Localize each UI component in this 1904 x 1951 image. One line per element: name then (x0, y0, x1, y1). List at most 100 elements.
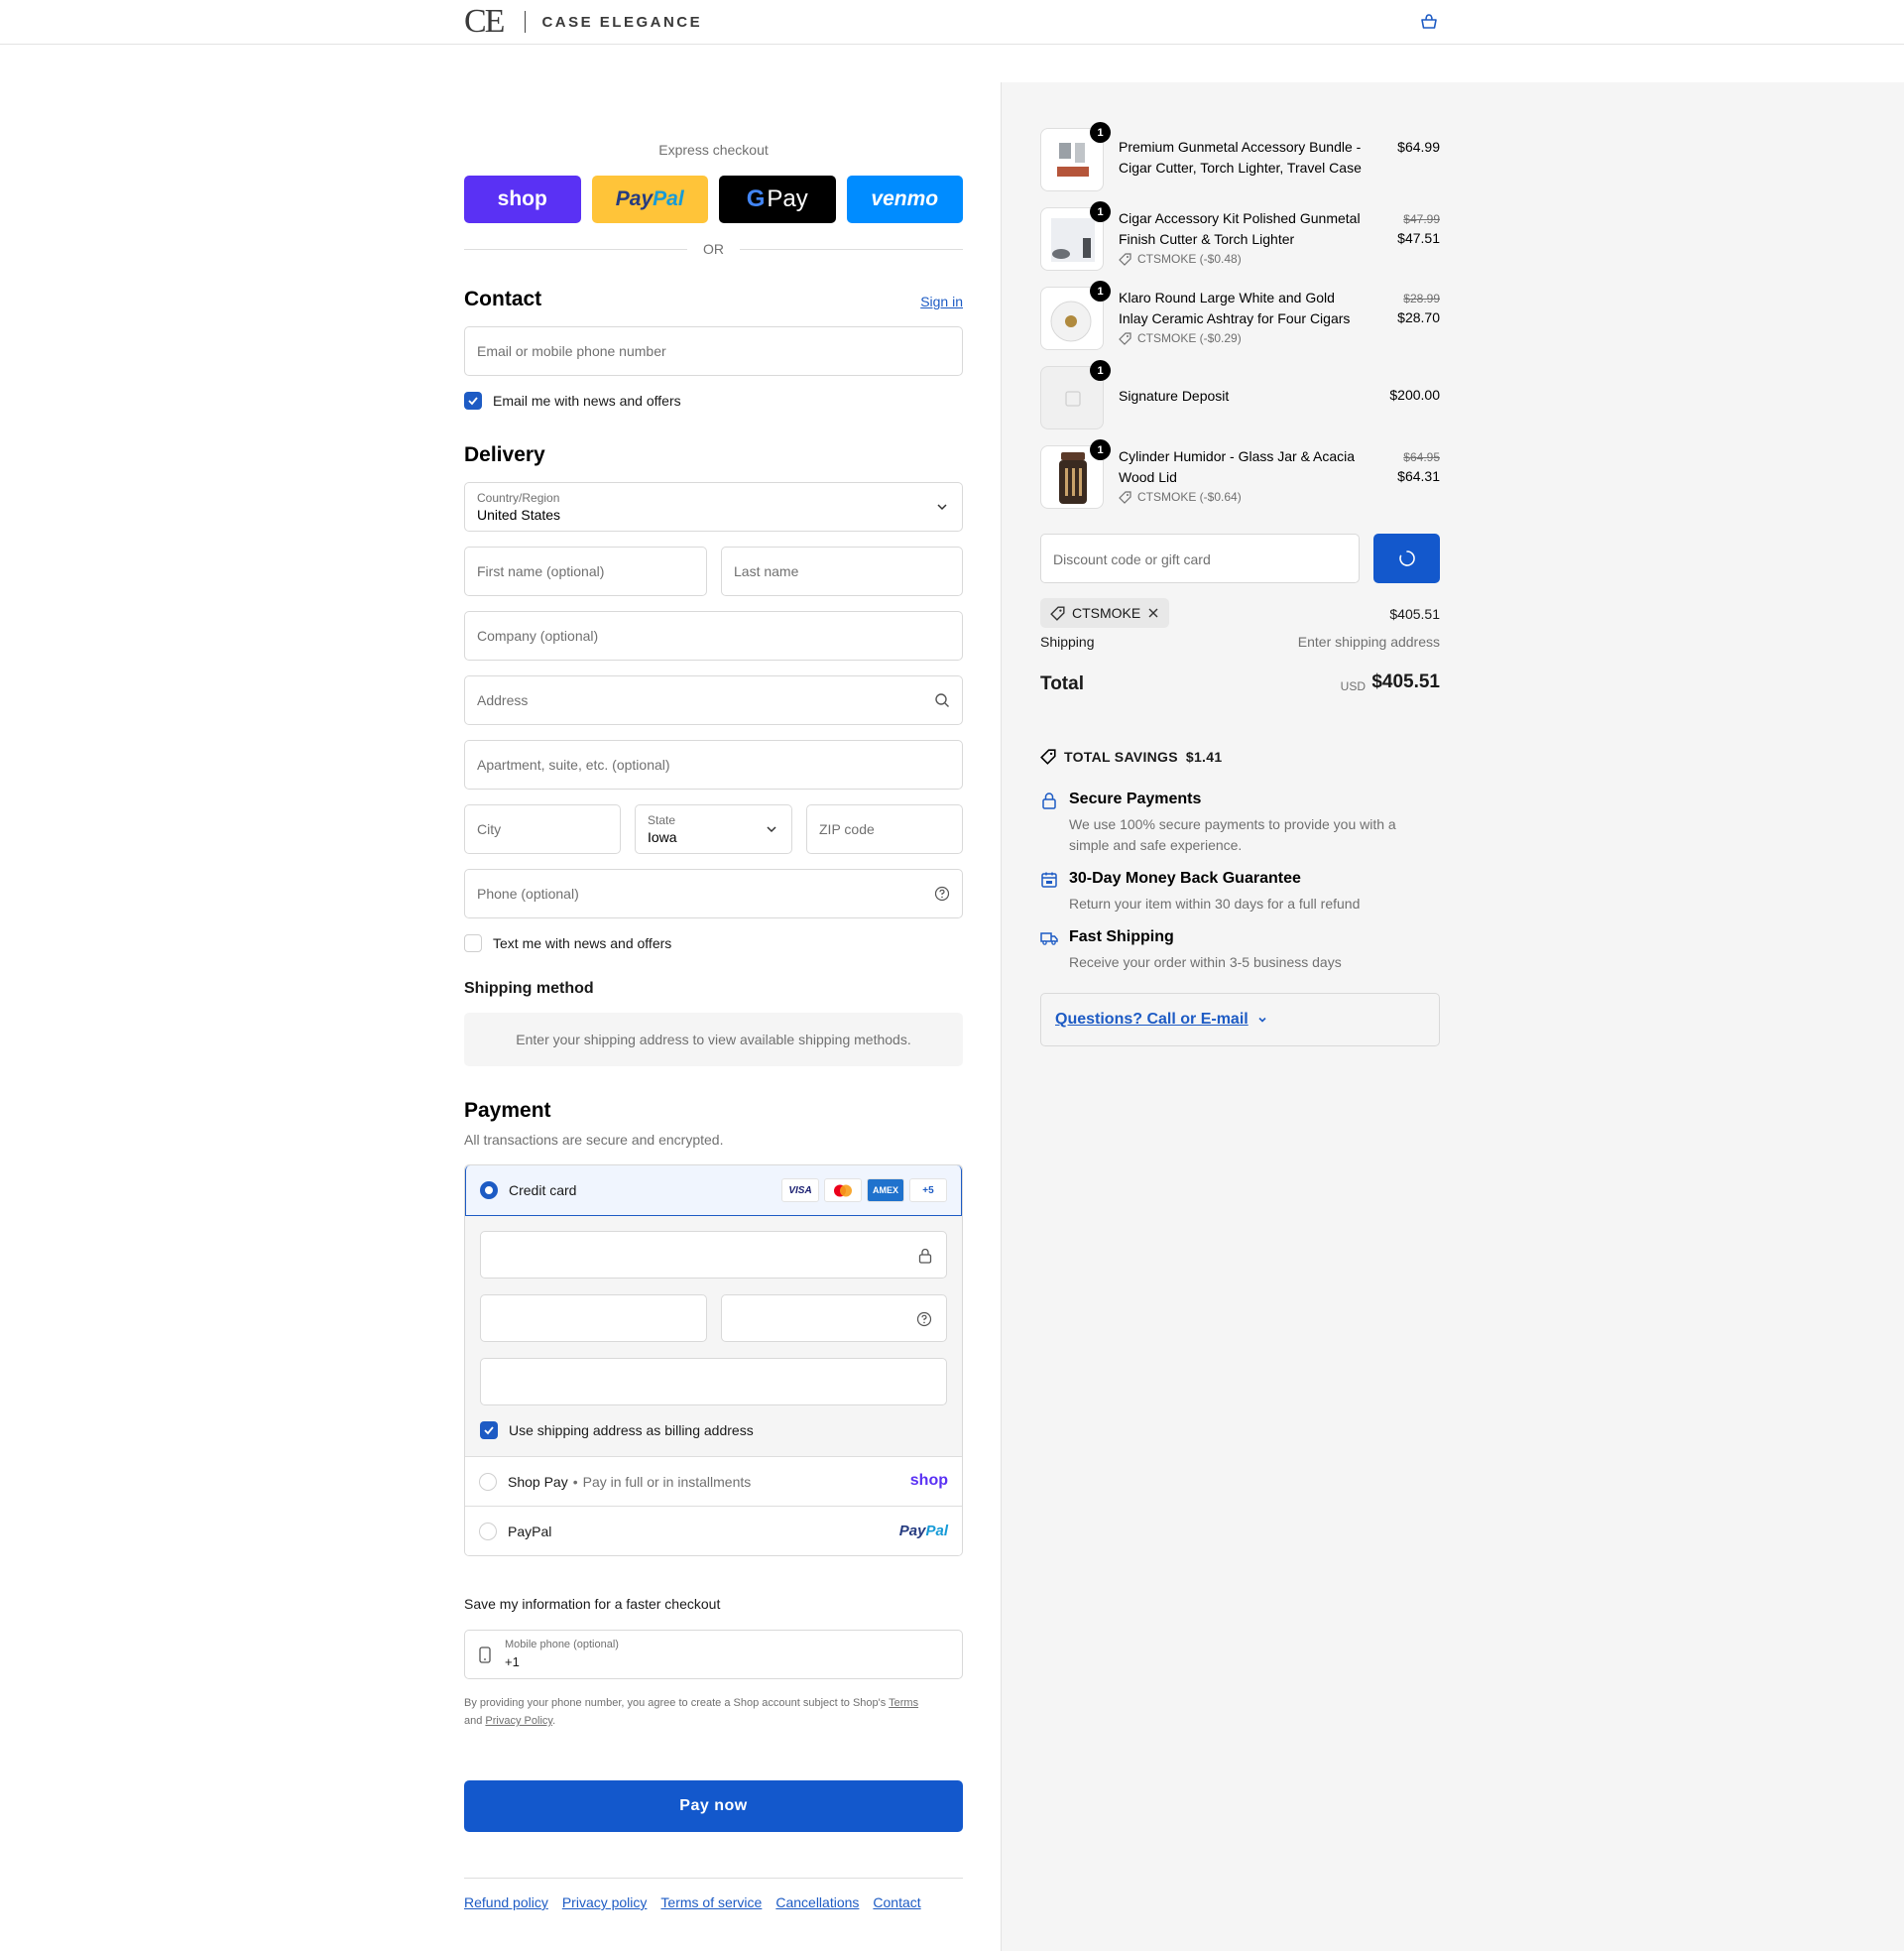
item-original-price: $64.95 (1403, 450, 1440, 464)
tag-icon (1119, 490, 1131, 504)
google-pay-button[interactable]: G Pay (719, 176, 836, 223)
trust-badge-desc: Receive your order within 3-5 business d… (1069, 954, 1342, 970)
zip-field[interactable]: ZIP code (806, 804, 963, 854)
email-news-checkbox[interactable] (464, 392, 482, 410)
close-icon[interactable] (1147, 607, 1159, 619)
quantity-badge: 1 (1090, 201, 1111, 222)
google-pay-label: Pay (767, 185, 808, 212)
shop-pay-desc: Pay in full or in installments (582, 1473, 752, 1490)
apartment-placeholder: Apartment, suite, etc. (optional) (477, 757, 670, 773)
state-label: State (648, 813, 676, 827)
billing-address-row: Use shipping address as billing address (480, 1421, 754, 1439)
check-icon (484, 1426, 494, 1435)
phone-field[interactable]: Phone (optional) (464, 869, 963, 918)
pay-now-button[interactable]: Pay now (464, 1780, 963, 1832)
bag-icon[interactable] (1418, 12, 1440, 34)
item-discount-label: CTSMOKE (-$0.29) (1137, 331, 1242, 345)
paypal-radio[interactable] (479, 1523, 497, 1540)
state-select[interactable]: State Iowa (635, 804, 792, 854)
help-circle-icon[interactable] (916, 1311, 932, 1327)
shop-pay-option-label: Shop Pay (508, 1473, 568, 1490)
apartment-field[interactable]: Apartment, suite, etc. (optional) (464, 740, 963, 790)
item-price: $200.00 (1389, 387, 1440, 403)
check-icon (468, 397, 478, 406)
paypal-logo-part1: Pay (898, 1523, 926, 1539)
item-name: Signature Deposit (1119, 388, 1230, 404)
item-discount: CTSMOKE (-$0.48) (1119, 252, 1242, 266)
privacy-policy-footer-link[interactable]: Privacy policy (562, 1894, 648, 1910)
mobile-phone-icon (479, 1646, 491, 1663)
mobile-phone-field[interactable]: Mobile phone (optional) +1 (464, 1630, 963, 1679)
mastercard-icon (824, 1178, 862, 1202)
total-label: Total (1040, 673, 1084, 694)
legal-and: and (464, 1715, 483, 1727)
country-select[interactable]: Country/Region United States (464, 482, 963, 532)
email-field[interactable]: Email or mobile phone number (464, 326, 963, 376)
email-news-row: Email me with news and offers (464, 392, 681, 410)
line-item: 1 Premium Gunmetal Accessory Bundle - Ci… (1040, 122, 1440, 191)
contact-link[interactable]: Contact (873, 1894, 920, 1910)
company-field[interactable]: Company (optional) (464, 611, 963, 661)
shop-pay-radio[interactable] (479, 1473, 497, 1491)
discount-code-placeholder: Discount code or gift card (1053, 551, 1211, 567)
sign-in-link[interactable]: Sign in (920, 294, 963, 309)
refund-policy-link[interactable]: Refund policy (464, 1894, 548, 1910)
delivery-title: Delivery (464, 443, 545, 466)
calendar-icon (1041, 872, 1057, 888)
paypal-option[interactable]: PayPal PayPal (465, 1506, 962, 1555)
help-circle-icon[interactable] (934, 886, 950, 902)
cancellations-link[interactable]: Cancellations (775, 1894, 859, 1910)
tag-icon (1119, 331, 1131, 345)
card-brands: VISA AMEX +5 (781, 1178, 947, 1202)
logo[interactable]: CE CASE ELEGANCE (464, 3, 703, 40)
terms-link[interactable]: Terms (889, 1697, 918, 1709)
item-name: Klaro Round Large White and Gold Inlay C… (1119, 290, 1351, 326)
questions-label: Questions? Call or E-mail (1055, 1011, 1249, 1028)
security-code-field[interactable] (721, 1294, 947, 1342)
billing-address-checkbox[interactable] (480, 1421, 498, 1439)
quantity-badge: 1 (1090, 122, 1111, 143)
last-name-field[interactable]: Last name (721, 547, 963, 596)
address-placeholder: Address (477, 692, 529, 708)
email-placeholder: Email or mobile phone number (477, 343, 666, 359)
total-value: $405.51 (1371, 671, 1440, 692)
city-field[interactable]: City (464, 804, 621, 854)
shop-pay-option[interactable]: Shop Pay • Pay in full or in installment… (465, 1456, 962, 1506)
credit-card-option[interactable]: Credit card VISA AMEX +5 (465, 1165, 962, 1216)
privacy-policy-link[interactable]: Privacy Policy (485, 1715, 552, 1727)
line-item: 1 Cylinder Humidor - Glass Jar & Acacia … (1040, 439, 1440, 509)
email-news-label: Email me with news and offers (493, 393, 681, 409)
save-info-title: Save my information for a faster checkou… (464, 1596, 721, 1612)
trust-badge-title: 30-Day Money Back Guarantee (1069, 870, 1301, 887)
express-checkout-title: Express checkout (658, 142, 769, 158)
expiration-field[interactable] (480, 1294, 707, 1342)
payment-methods: Credit card VISA AMEX +5 Use shipping ad… (464, 1164, 963, 1556)
address-field[interactable]: Address (464, 675, 963, 725)
paypal-button[interactable]: Pay Pal (591, 176, 708, 223)
total-currency: USD (1340, 679, 1366, 693)
discount-code-input[interactable]: Discount code or gift card (1040, 534, 1360, 583)
visa-icon: VISA (781, 1178, 819, 1202)
tag-icon (1040, 749, 1056, 765)
apply-discount-button[interactable] (1373, 534, 1440, 583)
tag-icon (1050, 605, 1065, 621)
first-name-field[interactable]: First name (optional) (464, 547, 707, 596)
name-on-card-field[interactable] (480, 1358, 947, 1405)
item-name: Cigar Accessory Kit Polished Gunmetal Fi… (1119, 210, 1361, 247)
credit-card-radio[interactable] (480, 1181, 498, 1199)
shop-pay-logo: shop (909, 1472, 948, 1489)
billing-address-label: Use shipping address as billing address (509, 1422, 754, 1438)
venmo-button[interactable]: venmo (846, 176, 963, 223)
item-name: Premium Gunmetal Accessory Bundle - Ciga… (1119, 139, 1362, 176)
paypal-label-part2: Pal (653, 187, 684, 210)
questions-accordion[interactable]: Questions? Call or E-mail (1040, 993, 1440, 1046)
shop-pay-button[interactable]: shop (464, 176, 581, 223)
card-number-field[interactable] (480, 1231, 947, 1279)
lock-icon (918, 1248, 932, 1264)
terms-of-service-link[interactable]: Terms of service (660, 1894, 762, 1910)
company-placeholder: Company (optional) (477, 628, 599, 644)
text-news-checkbox[interactable] (464, 934, 482, 952)
logo-text: CASE ELEGANCE (541, 13, 703, 31)
item-original-price: $47.99 (1403, 212, 1440, 226)
chevron-down-icon (937, 504, 947, 511)
